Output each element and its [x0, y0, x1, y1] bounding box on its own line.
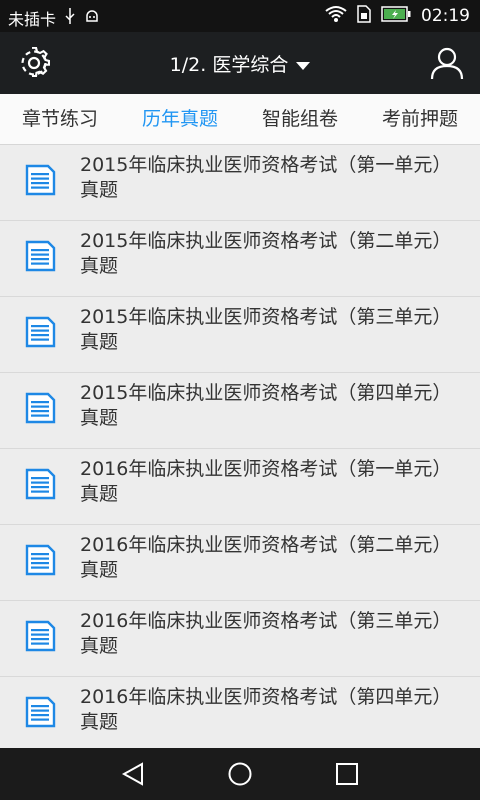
system-nav-bar: [0, 748, 480, 800]
document-icon: [24, 544, 56, 576]
list-item[interactable]: 2016年临床执业医师资格考试（第四单元）真题: [0, 677, 480, 753]
exam-list: 2015年临床执业医师资格考试（第一单元）真题 2015年临床执业医师资格考试（…: [0, 145, 480, 753]
list-item-title: 2015年临床执业医师资格考试（第二单元）真题: [80, 230, 452, 277]
list-item-title: 2015年临床执业医师资格考试（第四单元）真题: [80, 382, 452, 429]
document-icon: [24, 392, 56, 424]
tab-chapter-practice[interactable]: 章节练习: [0, 94, 120, 144]
home-icon[interactable]: [227, 761, 253, 787]
document-icon: [24, 316, 56, 348]
list-item[interactable]: 2016年临床执业医师资格考试（第三单元）真题: [0, 601, 480, 677]
subject-selector[interactable]: 1/2. 医学综合: [0, 50, 480, 77]
recent-apps-icon[interactable]: [334, 761, 360, 787]
document-icon: [24, 468, 56, 500]
page-title: 1/2. 医学综合: [169, 54, 289, 76]
list-item-title: 2015年临床执业医师资格考试（第一单元）真题: [80, 154, 452, 201]
app-bar: 1/2. 医学综合: [0, 32, 480, 94]
list-item-title: 2016年临床执业医师资格考试（第二单元）真题: [80, 534, 452, 581]
sim-icon: [357, 5, 371, 27]
list-item[interactable]: 2015年临床执业医师资格考试（第三单元）真题: [0, 297, 480, 373]
list-item-title: 2015年临床执业医师资格考试（第三单元）真题: [80, 306, 452, 353]
android-debug-icon: [84, 8, 100, 28]
document-icon: [24, 164, 56, 196]
list-item-title: 2016年临床执业医师资格考试（第一单元）真题: [80, 458, 452, 505]
tab-smart-paper[interactable]: 智能组卷: [240, 94, 360, 144]
list-item[interactable]: 2015年临床执业医师资格考试（第四单元）真题: [0, 373, 480, 449]
caret-down-icon: [296, 61, 311, 70]
list-item[interactable]: 2016年临床执业医师资格考试（第一单元）真题: [0, 449, 480, 525]
tab-past-exams[interactable]: 历年真题: [120, 94, 240, 144]
list-item-title: 2016年临床执业医师资格考试（第四单元）真题: [80, 686, 452, 733]
tab-bar: 章节练习 历年真题 智能组卷 考前押题: [0, 94, 480, 145]
user-icon[interactable]: [430, 46, 464, 80]
list-item[interactable]: 2015年临床执业医师资格考试（第一单元）真题: [0, 145, 480, 221]
battery-charging-icon: [381, 6, 411, 26]
clock: 02:19: [421, 6, 470, 26]
usb-icon: [64, 8, 76, 28]
wifi-icon: [325, 5, 347, 27]
list-item[interactable]: 2015年临床执业医师资格考试（第二单元）真题: [0, 221, 480, 297]
back-icon[interactable]: [120, 761, 146, 787]
document-icon: [24, 696, 56, 728]
list-item-title: 2016年临床执业医师资格考试（第三单元）真题: [80, 610, 452, 657]
list-item[interactable]: 2016年临床执业医师资格考试（第二单元）真题: [0, 525, 480, 601]
status-bar: 未插卡 02:19: [0, 0, 480, 32]
document-icon: [24, 240, 56, 272]
document-icon: [24, 620, 56, 652]
carrier-label: 未插卡: [8, 10, 57, 29]
tab-pre-exam-predict[interactable]: 考前押题: [360, 94, 480, 144]
